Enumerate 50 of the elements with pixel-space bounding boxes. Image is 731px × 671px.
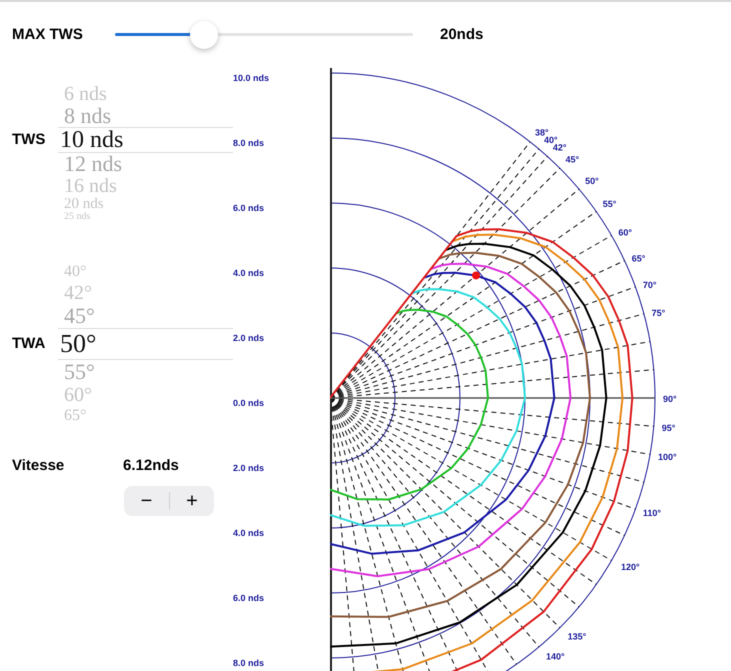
slider-thumb[interactable]: [190, 21, 218, 49]
speed-value: 6.12nds: [123, 456, 179, 476]
axis-label: 10.0 nds: [233, 73, 270, 84]
angle-label: 42°: [552, 142, 566, 153]
angle-label: 90°: [663, 394, 677, 404]
angle-label: 65°: [632, 253, 646, 264]
picker-item[interactable]: 20 nds: [58, 197, 104, 212]
axis-label: 6.0 nds: [233, 593, 264, 604]
angle-label: 55°: [602, 199, 616, 209]
increment-button[interactable]: +: [170, 486, 214, 516]
angle-label: 45°: [565, 154, 580, 165]
axis-label: 8.0 nds: [233, 138, 264, 149]
picker-item[interactable]: 50°: [58, 331, 96, 357]
picker-label: TWS: [12, 132, 46, 147]
angle-label: 140°: [546, 651, 565, 662]
axis-label: 2.0 nds: [233, 333, 264, 344]
picker-item[interactable]: 6 nds: [58, 84, 107, 104]
slider-label: MAX TWS: [12, 24, 84, 45]
angle-label: 50°: [585, 176, 599, 186]
picker-item[interactable]: 25 nds: [58, 212, 90, 222]
picker-item[interactable]: 16 nds: [58, 176, 117, 196]
slider[interactable]: [115, 21, 413, 49]
angle-label: 95°: [662, 423, 676, 434]
picker-item[interactable]: 65°: [58, 408, 86, 424]
angle-label: 75°: [652, 308, 666, 318]
picker-item[interactable]: 42°: [58, 283, 92, 303]
speed-label: Vitesse: [12, 456, 66, 476]
axis-label: 8.0 nds: [233, 658, 264, 669]
picker-item[interactable]: 40°: [58, 264, 86, 280]
slider-value: 20nds: [440, 24, 484, 45]
axis-label: 6.0 nds: [233, 203, 264, 214]
angle-label: 100°: [658, 452, 677, 462]
picker-item[interactable]: 60°: [58, 385, 92, 405]
picker-item[interactable]: 45°: [58, 305, 95, 327]
picker-item[interactable]: 55°: [58, 361, 95, 383]
picker-item[interactable]: 10 nds: [58, 128, 124, 152]
angle-label: 60°: [618, 228, 632, 238]
picker-item[interactable]: 8 nds: [58, 105, 112, 127]
axis-label: 0.0 nds: [233, 398, 264, 409]
current-point-marker: [472, 271, 480, 280]
axis-label: 2.0 nds: [233, 463, 264, 474]
angle-label: 120°: [620, 562, 640, 572]
axis-label: 4.0 nds: [233, 268, 264, 279]
picker-label: TWA: [12, 336, 46, 351]
angle-label: 135°: [568, 632, 586, 642]
angle-label: 110°: [642, 508, 662, 518]
axis-label: 4.0 nds: [233, 528, 264, 539]
picker-item[interactable]: 12 nds: [58, 153, 122, 175]
decrement-button[interactable]: −: [124, 486, 169, 516]
angle-label: 70°: [642, 280, 657, 290]
